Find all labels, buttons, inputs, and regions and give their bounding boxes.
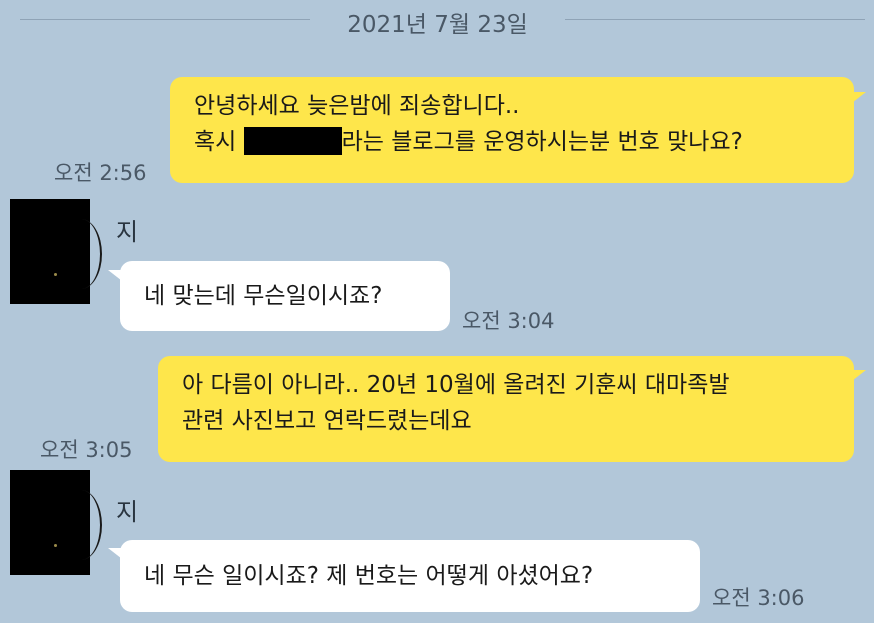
message-text-line: 혹시 라는 블로그를 운영하시는분 번호 맞나요? [194,126,743,155]
message-text: 네 맞는데 무슨일이시죠? [144,283,383,309]
date-separator: 2021년 7월 23일 [0,0,874,40]
message-bubble-incoming[interactable]: 네 무슨 일이시죠? 제 번호는 어떻게 아셨어요? [120,540,700,612]
message-time: 오전 3:04 [462,309,555,333]
message-time: 오전 3:06 [712,586,805,610]
message-text-line: 안녕하세요 늦은밤에 죄송합니다.. [194,93,520,119]
avatar[interactable] [10,470,102,575]
message-bubble-outgoing[interactable]: 안녕하세요 늦은밤에 죄송합니다.. 혹시 라는 블로그를 운영하시는분 번호 … [170,77,854,183]
redacted-blog-name [243,126,342,155]
bubble-tail [848,370,866,384]
avatar-dot [54,273,57,276]
message-bubble-outgoing[interactable]: 아 다름이 아니라.. 20년 10월에 올려진 기훈씨 대마족발 관련 사진보… [158,356,854,462]
sender-name: 지 [116,218,139,246]
avatar[interactable] [10,199,102,304]
message-time: 오전 3:05 [40,438,133,462]
bubble-tail [848,92,866,106]
avatar-dot [54,544,57,547]
sender-name: 지 [116,498,139,526]
avatar-shape [60,219,102,289]
date-divider-left [20,19,310,20]
date-divider-right [565,19,865,20]
message-text: 네 무슨 일이시죠? 제 번호는 어떻게 아셨어요? [144,563,594,589]
date-label: 2021년 7월 23일 [347,12,528,38]
message-text-line: 아 다름이 아니라.. 20년 10월에 올려진 기훈씨 대마족발 [182,372,730,398]
avatar-shape [60,490,102,560]
message-time: 오전 2:56 [54,161,147,185]
message-bubble-incoming[interactable]: 네 맞는데 무슨일이시죠? [120,261,450,331]
message-text-line: 관련 사진보고 연락드렸는데요 [182,407,472,434]
